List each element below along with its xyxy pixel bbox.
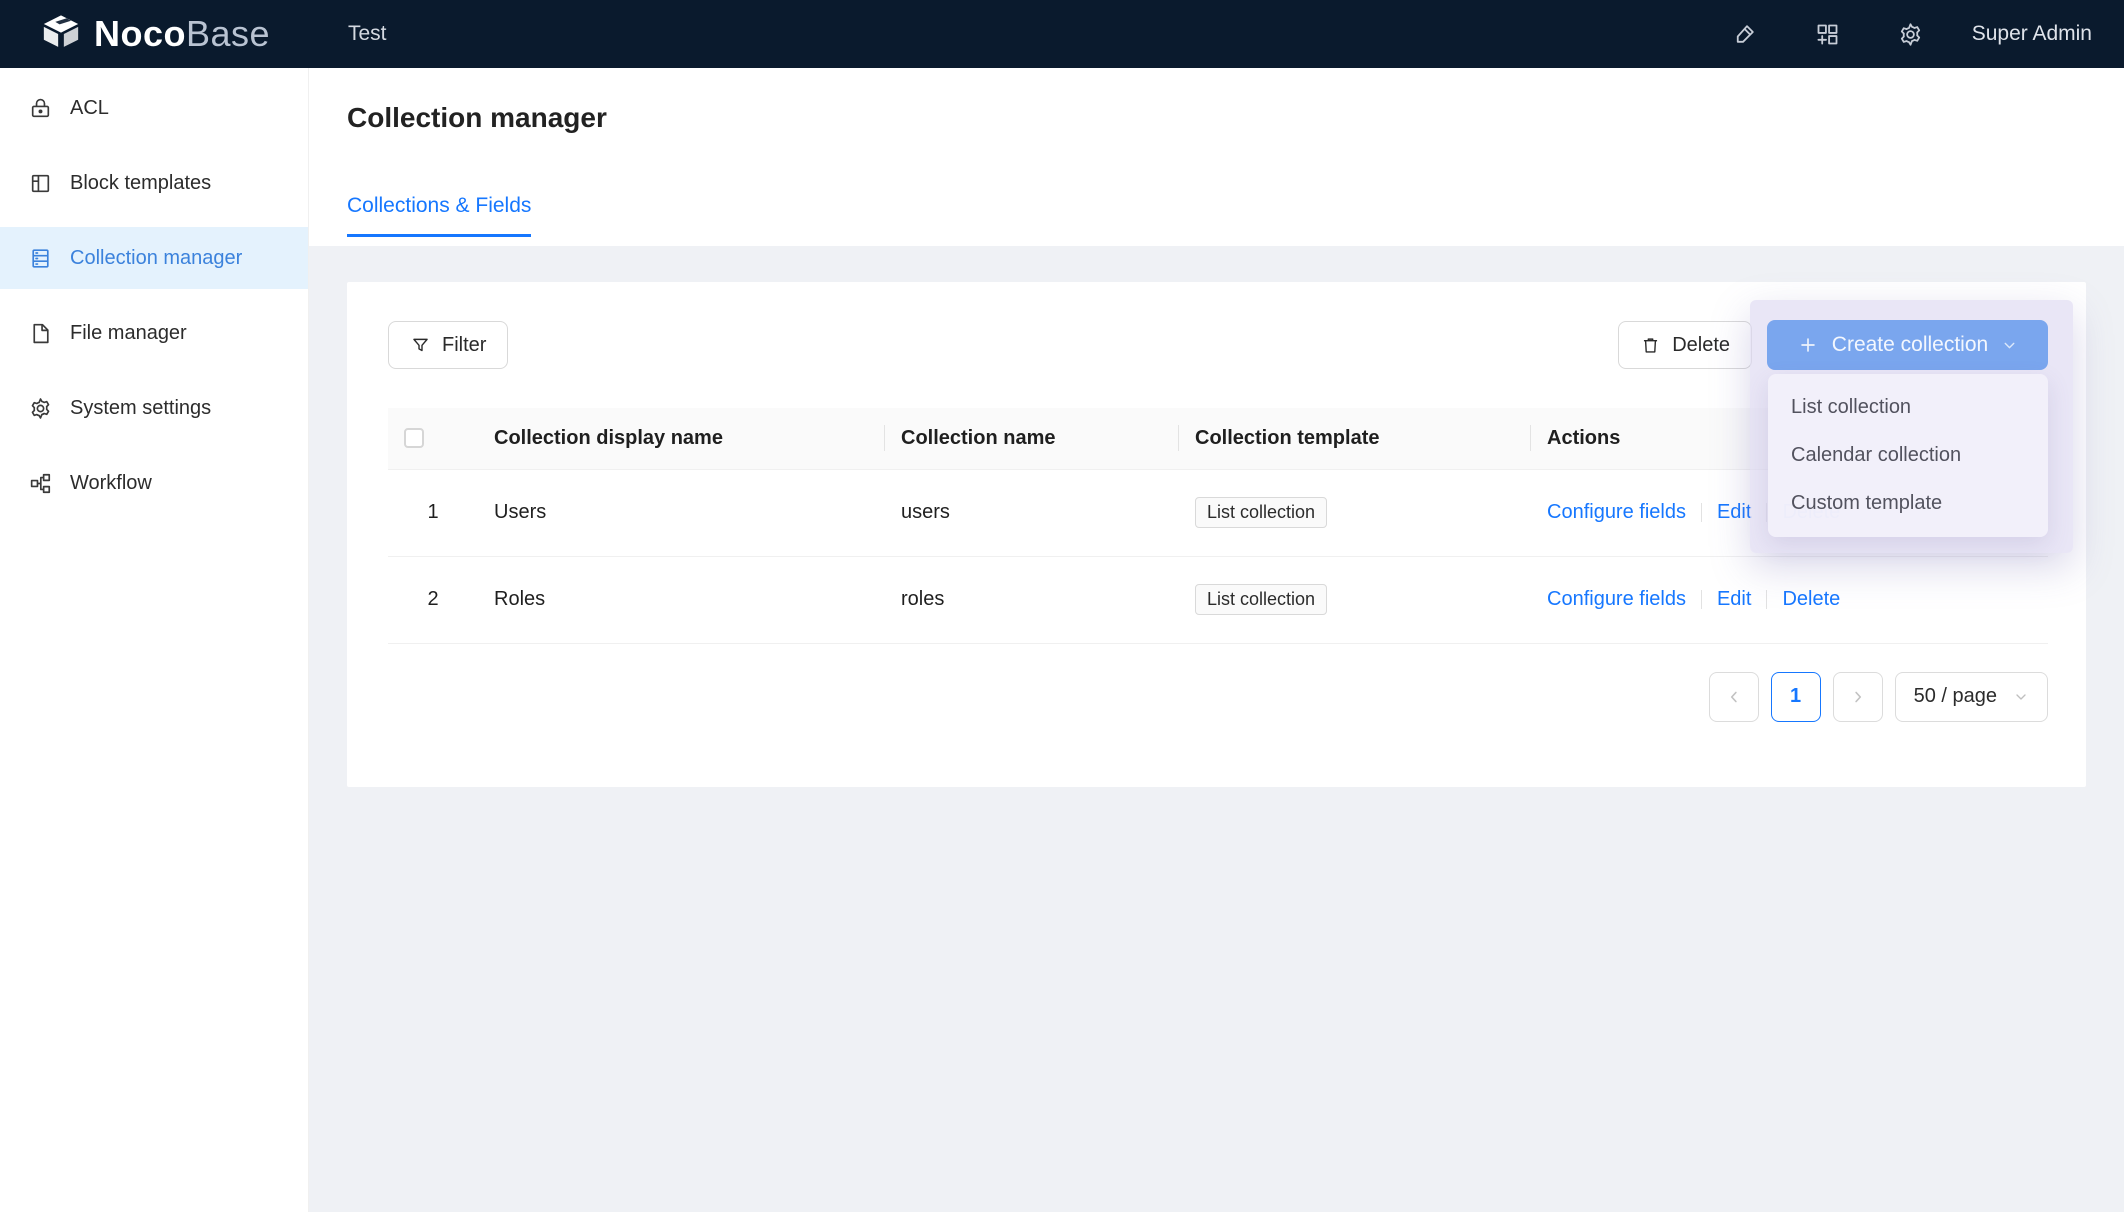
pagination: 1 50 / page: [388, 672, 2048, 722]
delete-link[interactable]: Delete: [1782, 588, 1840, 611]
trash-icon: [1640, 335, 1661, 356]
prev-page-button[interactable]: [1709, 672, 1759, 722]
gear-icon: [28, 396, 53, 421]
plus-icon: [1797, 334, 1819, 356]
main-content: Collection manager Collections & Fields …: [309, 68, 2124, 1212]
sidebar-item-label: Collection manager: [70, 247, 242, 270]
nav-item-test[interactable]: Test: [342, 22, 393, 46]
settings-sidebar: ACL Block templates Collection manager F…: [0, 68, 309, 1212]
brand[interactable]: NocoBase: [0, 13, 309, 55]
cell-display-name: Users: [478, 469, 885, 556]
sidebar-item-acl[interactable]: ACL: [0, 77, 308, 139]
settings-icon[interactable]: [1897, 21, 1924, 48]
lock-icon: [28, 96, 53, 121]
configure-fields-link[interactable]: Configure fields: [1547, 588, 1686, 611]
toolbar-right-group: Delete Create collection: [1618, 320, 2048, 370]
select-all-checkbox[interactable]: [404, 428, 424, 448]
brand-bold: Noco: [94, 13, 186, 54]
column-header-collection-name: Collection name: [885, 408, 1179, 469]
create-collection-button[interactable]: Create collection: [1767, 320, 2048, 370]
page-title: Collection manager: [347, 102, 2086, 134]
nocobase-logo-icon: [38, 14, 84, 54]
header-nav: Test: [342, 22, 393, 46]
divider: [1701, 590, 1702, 609]
chevron-down-icon: [2013, 689, 2029, 705]
template-tag: List collection: [1195, 497, 1327, 528]
sidebar-item-label: Block templates: [70, 172, 211, 195]
menu-item-custom-template[interactable]: Custom template: [1768, 479, 2048, 527]
table-toolbar: Filter Delete Create collection: [388, 320, 2048, 370]
template-tag: List collection: [1195, 584, 1327, 615]
sidebar-item-label: System settings: [70, 397, 211, 420]
next-page-button[interactable]: [1833, 672, 1883, 722]
header-actions: Super Admin: [1731, 21, 2124, 48]
brand-light: Base: [186, 13, 270, 54]
sidebar-item-system-settings[interactable]: System settings: [0, 377, 308, 439]
column-header-template: Collection template: [1179, 408, 1531, 469]
page-size-value: 50 / page: [1914, 685, 1997, 708]
create-collection-menu: List collection Calendar collection Cust…: [1768, 374, 2048, 537]
divider: [1701, 503, 1702, 522]
cell-display-name: Roles: [478, 556, 885, 643]
file-icon: [28, 321, 53, 346]
sidebar-item-label: ACL: [70, 97, 109, 120]
menu-item-list-collection[interactable]: List collection: [1768, 383, 2048, 431]
table-row: 2 Roles roles List collection Configure …: [388, 556, 2048, 643]
delete-button[interactable]: Delete: [1618, 321, 1752, 369]
row-index: 1: [388, 469, 478, 556]
sidebar-item-workflow[interactable]: Workflow: [0, 452, 308, 514]
highlighter-icon[interactable]: [1731, 21, 1758, 48]
page-size-select[interactable]: 50 / page: [1895, 672, 2048, 722]
sidebar-item-label: Workflow: [70, 472, 152, 495]
filter-button[interactable]: Filter: [388, 321, 508, 369]
tab-collections-fields[interactable]: Collections & Fields: [347, 194, 531, 237]
sidebar-item-label: File manager: [70, 322, 187, 345]
sidebar-item-block-templates[interactable]: Block templates: [0, 152, 308, 214]
divider: [1766, 590, 1767, 609]
row-index: 2: [388, 556, 478, 643]
chevron-right-icon: [1849, 688, 1867, 706]
edit-link[interactable]: Edit: [1717, 588, 1751, 611]
tab-bar: Collections & Fields: [347, 194, 2086, 237]
layout-icon: [28, 171, 53, 196]
filter-icon: [410, 335, 431, 356]
chevron-down-icon: [2001, 337, 2018, 354]
filter-button-label: Filter: [442, 334, 486, 357]
user-menu[interactable]: Super Admin: [1972, 22, 2092, 46]
column-header-display-name: Collection display name: [478, 408, 885, 469]
sidebar-item-collection-manager[interactable]: Collection manager: [0, 227, 308, 289]
create-collection-label: Create collection: [1832, 333, 1988, 357]
collections-card: Filter Delete Create collection: [347, 282, 2086, 787]
configure-fields-link[interactable]: Configure fields: [1547, 501, 1686, 524]
workflow-icon: [28, 471, 53, 496]
brand-text: NocoBase: [94, 13, 270, 55]
page-number-1[interactable]: 1: [1771, 672, 1821, 722]
app-header: NocoBase Test Super Admin: [0, 0, 2124, 68]
sidebar-item-file-manager[interactable]: File manager: [0, 302, 308, 364]
row-actions: Configure fields Edit Delete: [1547, 588, 2032, 611]
delete-button-label: Delete: [1672, 334, 1730, 357]
cell-collection-name: roles: [885, 556, 1179, 643]
cell-collection-name: users: [885, 469, 1179, 556]
page-header: Collection manager Collections & Fields: [309, 68, 2124, 246]
edit-link[interactable]: Edit: [1717, 501, 1751, 524]
plugin-add-icon[interactable]: [1814, 21, 1841, 48]
menu-item-calendar-collection[interactable]: Calendar collection: [1768, 431, 2048, 479]
database-icon: [28, 246, 53, 271]
chevron-left-icon: [1725, 688, 1743, 706]
